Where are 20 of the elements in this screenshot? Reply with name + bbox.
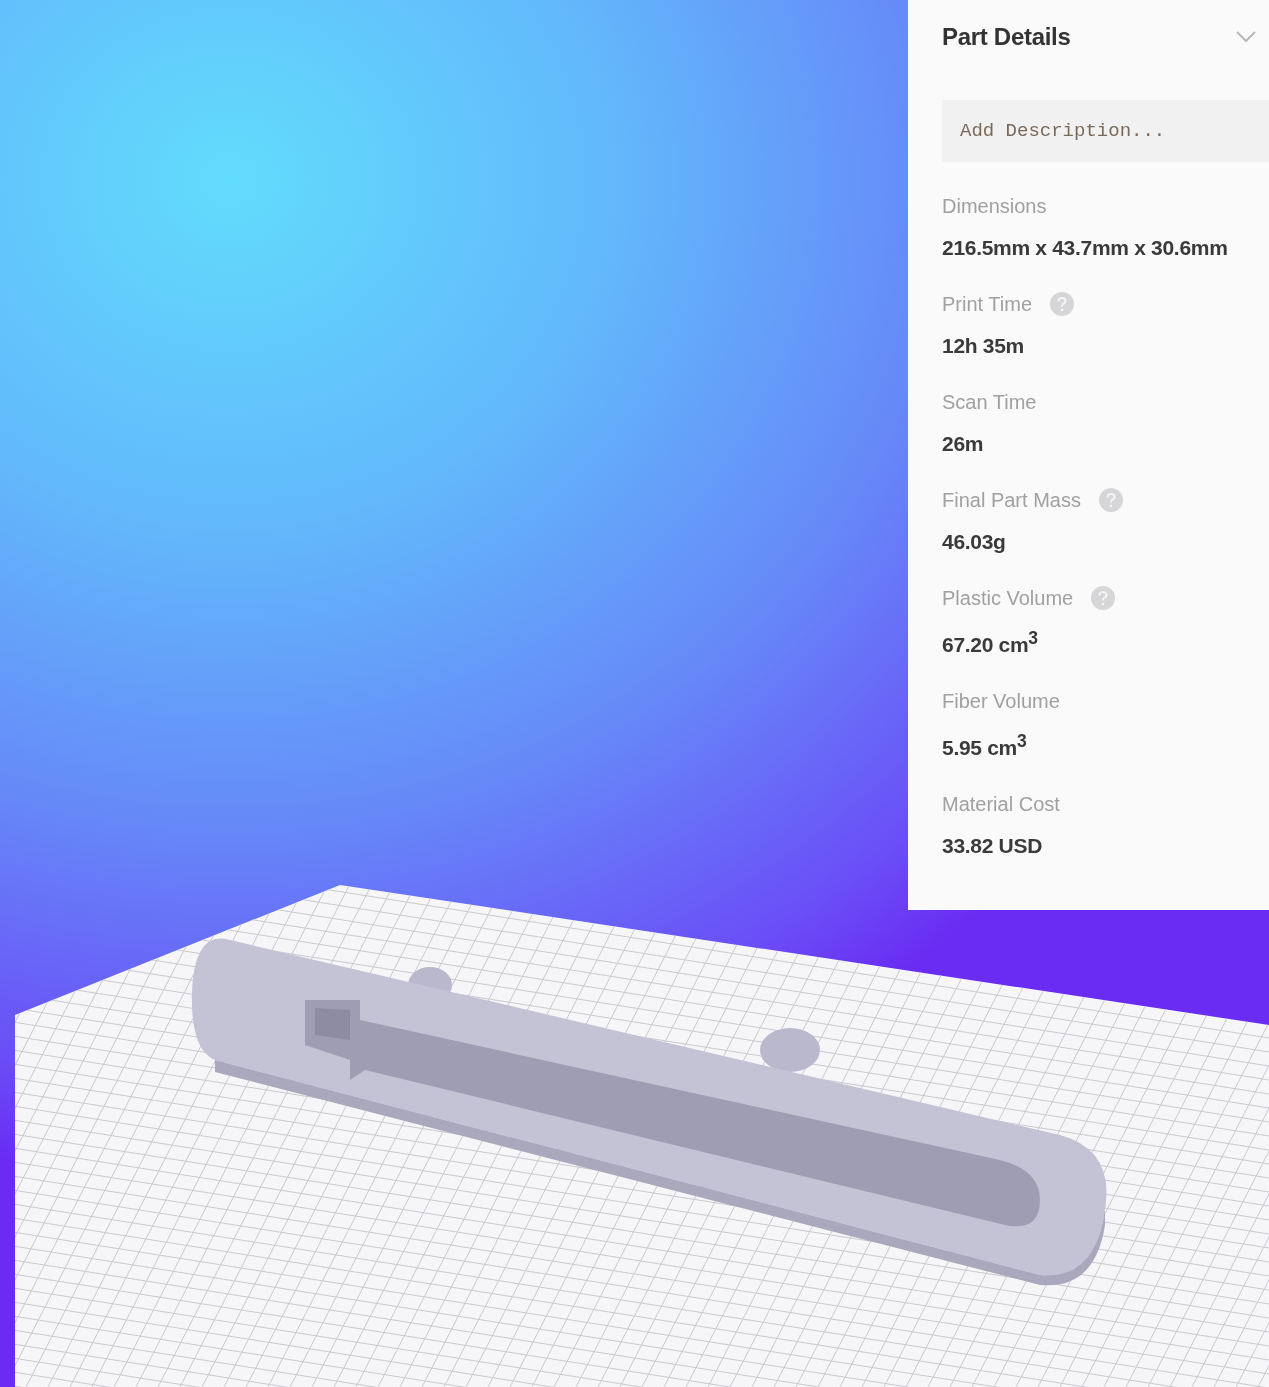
field-label: Dimensions: [942, 194, 1047, 218]
description-field[interactable]: Add Description...: [942, 100, 1269, 162]
field-value: 12h 35m: [942, 334, 1025, 358]
field-value: 216.5mm x 43.7mm x 30.6mm: [942, 236, 1229, 260]
chevron-down-icon[interactable]: [1235, 30, 1257, 44]
field-value: 5.95 cm$^{3}$: [942, 731, 1028, 760]
help-icon[interactable]: [1091, 586, 1116, 610]
field-value: 46.03g: [942, 530, 1007, 554]
help-icon[interactable]: [1098, 488, 1123, 512]
field-value: 67.20 cm$^{3}$: [942, 628, 1039, 657]
field-label: Plastic Volume: [942, 586, 1074, 610]
field-label: Final Part Mass: [942, 488, 1081, 512]
help-icon[interactable]: [1050, 292, 1075, 316]
field-label: Fiber Volume: [942, 689, 1060, 713]
field-value: 33.82 USD: [942, 834, 1044, 858]
field-value: 26m: [942, 432, 985, 456]
field-label: Print Time: [942, 292, 1033, 316]
panel-title: Part Details: [942, 22, 1071, 52]
field-label: Material Cost: [942, 792, 1060, 816]
field-label: Scan Time: [942, 390, 1037, 414]
